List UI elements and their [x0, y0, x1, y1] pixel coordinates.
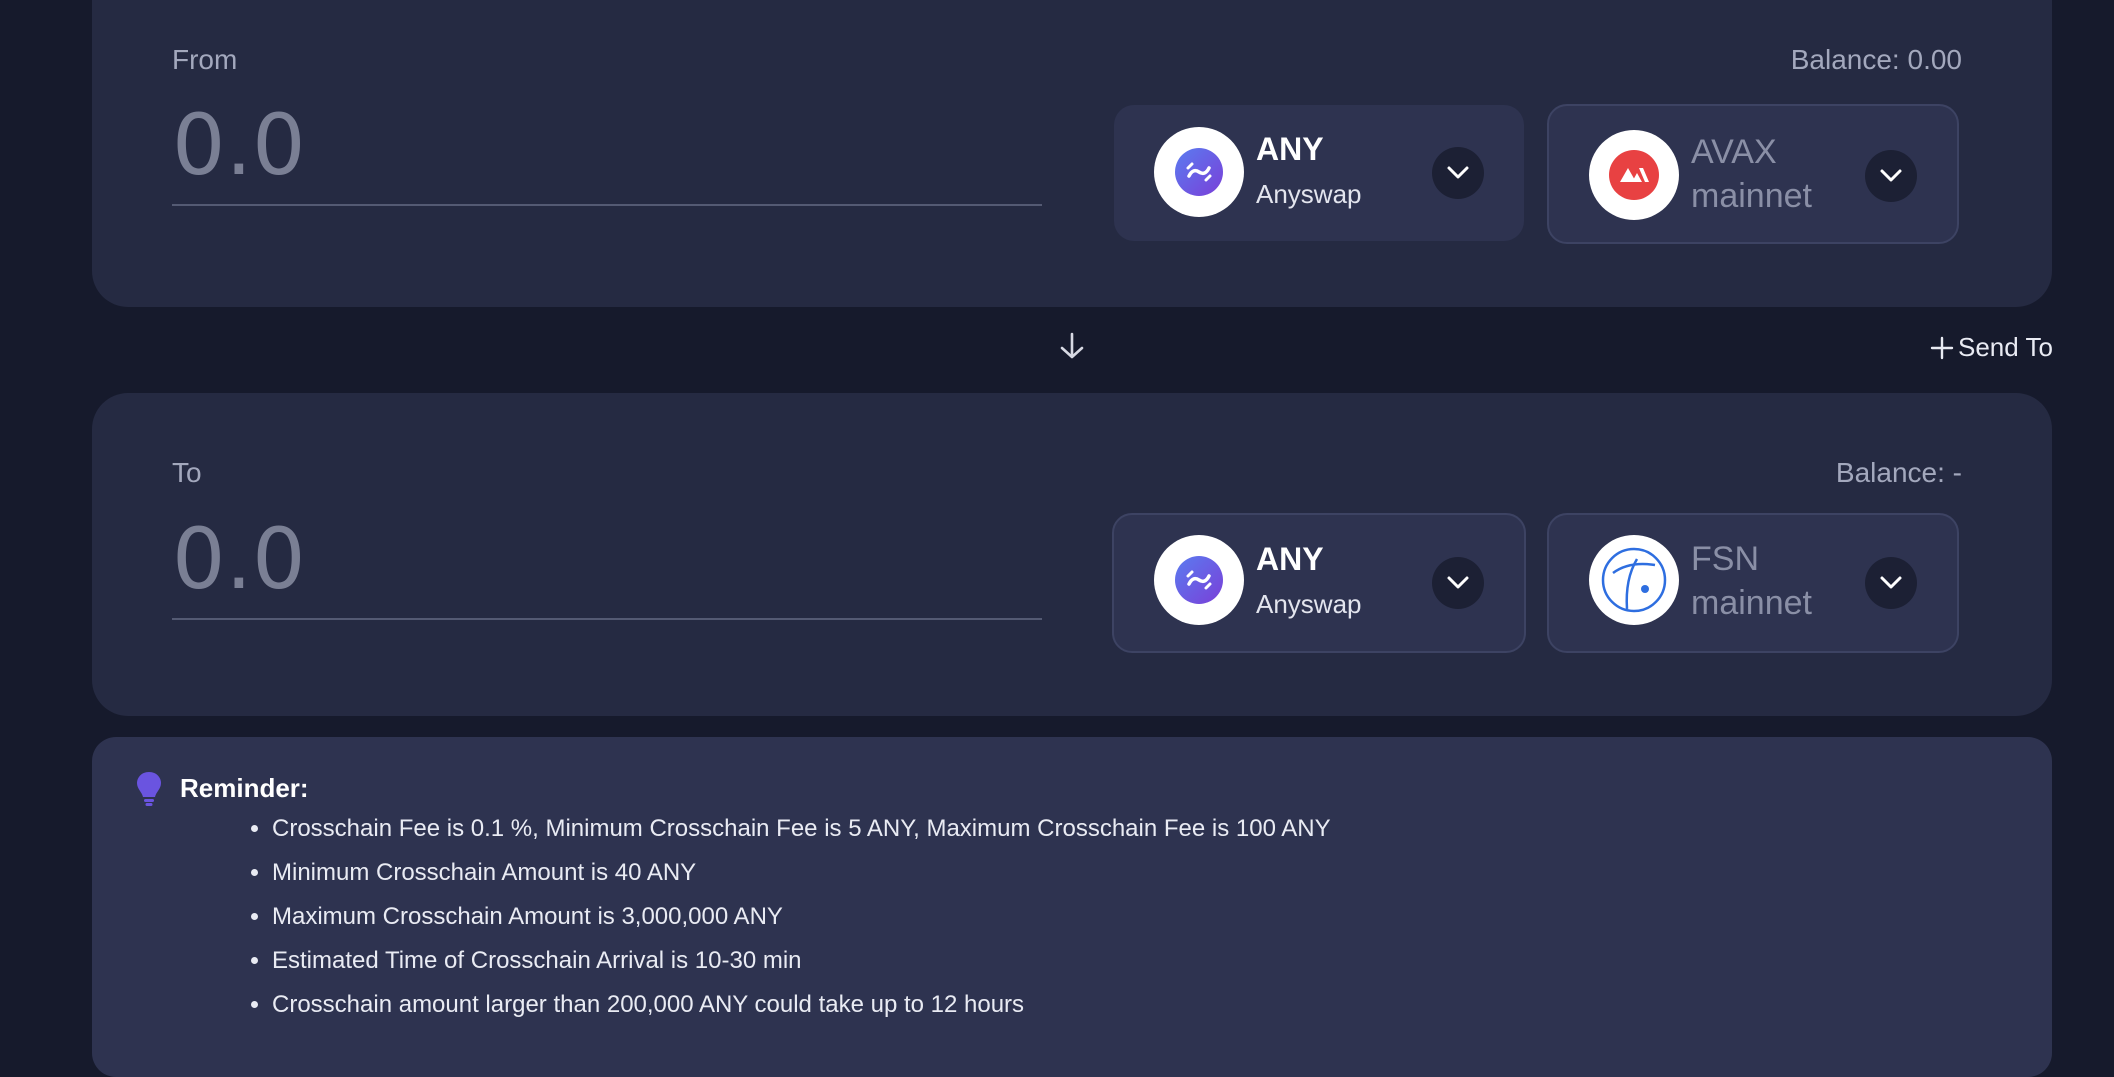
from-amount-input[interactable] [172, 86, 1042, 204]
lightbulb-icon [137, 772, 161, 806]
from-token-symbol: ANY [1256, 131, 1324, 167]
plus-icon [1930, 336, 1954, 359]
from-panel: From Balance: 0.00 ANY Anyswap [92, 0, 2052, 307]
to-amount-field [172, 500, 1042, 620]
send-to-label: Send To [1958, 332, 2053, 362]
from-balance: Balance: 0.00 [1790, 44, 1962, 75]
from-label: From [172, 44, 238, 75]
to-panel: To Balance: - ANY Anyswap [92, 393, 2052, 716]
fusion-icon [1589, 535, 1679, 625]
to-token-name: Anyswap [1256, 589, 1362, 619]
list-item: Maximum Crosschain Amount is 3,000,000 A… [272, 895, 1331, 939]
list-item: Minimum Crosschain Amount is 40 ANY [272, 851, 1331, 895]
to-chain-selector[interactable]: FSN mainnet [1547, 513, 1959, 653]
reminder-title: Reminder: [180, 773, 309, 803]
send-to-button[interactable]: Send To [1930, 332, 2053, 363]
chevron-down-icon [1432, 557, 1484, 609]
from-token-selector[interactable]: ANY Anyswap [1114, 105, 1524, 241]
list-item: Crosschain Fee is 0.1 %, Minimum Crossch… [272, 807, 1331, 851]
to-token-symbol: ANY [1256, 541, 1324, 577]
from-chain-name: AVAX mainnet [1691, 133, 1812, 215]
reminder-list: Crosschain Fee is 0.1 %, Minimum Crossch… [240, 807, 1331, 1027]
anyswap-icon [1154, 535, 1244, 625]
swap-direction-arrow-icon[interactable] [1056, 330, 1088, 362]
from-amount-field [172, 86, 1042, 206]
chevron-down-icon [1865, 150, 1917, 202]
avalanche-icon [1589, 130, 1679, 220]
anyswap-icon [1154, 127, 1244, 217]
chevron-down-icon [1432, 147, 1484, 199]
to-label: To [172, 457, 202, 488]
list-item: Estimated Time of Crosschain Arrival is … [272, 939, 1331, 983]
to-chain-name: FSN mainnet [1691, 540, 1812, 622]
reminder-panel: Reminder: Crosschain Fee is 0.1 %, Minim… [92, 737, 2052, 1077]
chevron-down-icon [1865, 557, 1917, 609]
from-token-name: Anyswap [1256, 179, 1362, 209]
to-token-selector[interactable]: ANY Anyswap [1112, 513, 1526, 653]
to-amount-input[interactable] [172, 500, 1042, 618]
to-balance: Balance: - [1835, 457, 1962, 488]
from-chain-selector[interactable]: AVAX mainnet [1547, 104, 1959, 244]
list-item: Crosschain amount larger than 200,000 AN… [272, 983, 1331, 1027]
